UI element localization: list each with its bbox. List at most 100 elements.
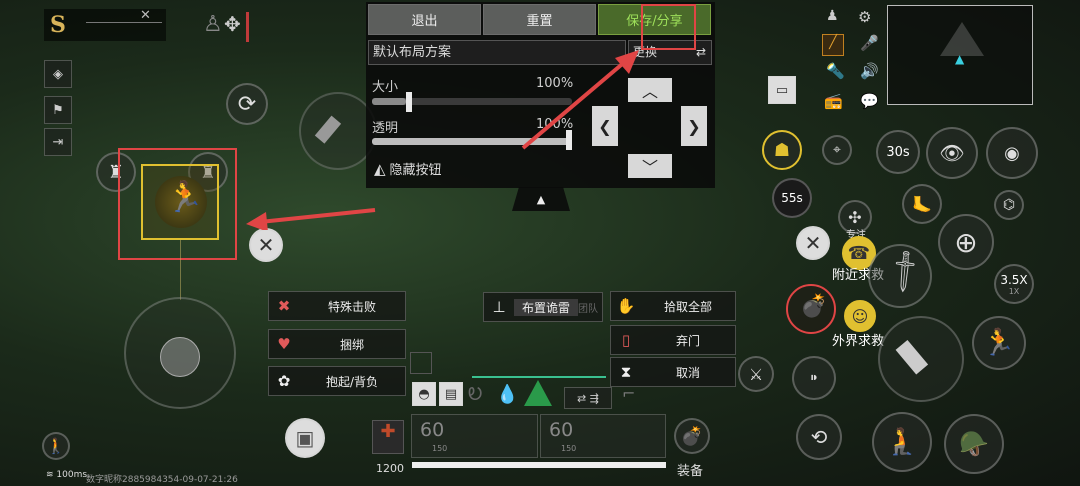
special-takedown-label: 特殊击败 xyxy=(327,299,376,314)
annotation-arrow-left xyxy=(246,208,376,230)
rotate-view-icon[interactable]: ⟳ xyxy=(226,83,268,125)
throw-grenade-icon: 💣 xyxy=(800,294,828,319)
secondary-reserve: 150 xyxy=(561,444,577,453)
flag-icon[interactable]: ⚑ xyxy=(44,96,72,124)
id-timestamp: 数字昵称2885984354-09-07-21:26 xyxy=(86,475,238,485)
move-right-button[interactable]: ❯ xyxy=(681,106,707,146)
size-label: 大小 xyxy=(372,80,399,95)
weapon-switch-icon[interactable]: ⌬ xyxy=(994,190,1024,220)
outside-help-icon[interactable]: ☺ xyxy=(844,300,876,332)
medkit-icon[interactable]: ✚ xyxy=(372,420,404,454)
highlight-sprint xyxy=(118,148,237,260)
primary-weapon-slot[interactable]: 60 150 xyxy=(411,414,538,458)
kick-icon[interactable]: 🦶 xyxy=(902,184,942,224)
water-drop-icon: 💧 xyxy=(496,384,519,405)
cancel-button[interactable]: ⧗ 取消 xyxy=(610,357,736,387)
ally-status-icon[interactable]: ☗ xyxy=(762,130,802,170)
flashlight-icon[interactable]: 🔦 xyxy=(826,62,845,80)
exit-tab[interactable]: 退出 xyxy=(368,4,481,35)
swap-weapon-icon[interactable]: ⟲ xyxy=(796,414,842,460)
size-slider-fill xyxy=(372,98,406,105)
vest-icon: ▤ xyxy=(439,382,463,406)
wifi-icon: ≋ xyxy=(46,470,54,480)
close-icon[interactable]: ✕ xyxy=(140,8,151,23)
minimap[interactable]: ▲ xyxy=(887,5,1033,105)
empty-slot xyxy=(410,352,432,374)
primary-reserve: 150 xyxy=(432,444,448,453)
abandon-door-label: 弃门 xyxy=(675,333,700,348)
stamina-bar xyxy=(472,376,606,378)
backpack-count: 1200 xyxy=(376,462,404,475)
radio-icon[interactable]: 📻 xyxy=(824,92,843,110)
carry-button[interactable]: ✿ 抱起/背负 xyxy=(268,366,406,396)
joystick-knob[interactable] xyxy=(160,337,200,377)
character-icon[interactable]: ♟ xyxy=(826,8,839,24)
special-takedown-button[interactable]: ✖ 特殊击败 xyxy=(268,291,406,321)
takedown-icon: ✖ xyxy=(277,297,291,315)
inventory-icon[interactable]: ▭ xyxy=(768,76,796,104)
player-marker-icon: ▲ xyxy=(955,52,965,66)
secondary-weapon-slot[interactable]: 60 150 xyxy=(540,414,666,458)
walk-icon[interactable]: 🚶 xyxy=(42,432,70,460)
carry-label: 抱起/背负 xyxy=(325,374,379,389)
map-pin-icon[interactable]: ⌖ xyxy=(822,135,852,165)
pistol-icon: ⌐ xyxy=(622,384,636,403)
prone-icon[interactable]: 🪖 xyxy=(944,414,1004,474)
stomach-icon: Ꭷ xyxy=(468,384,483,405)
trap-icon: ⊥ xyxy=(492,298,506,316)
team-label: 团队 xyxy=(578,303,598,315)
settings-icon[interactable]: ◈ xyxy=(44,60,72,88)
helmet-icon: ◓ xyxy=(412,382,436,406)
timer-30-button[interactable]: 30s xyxy=(876,130,920,174)
reload-icon[interactable]: ⁍ xyxy=(792,356,836,400)
sound-level-icon xyxy=(524,380,552,406)
place-trap-button[interactable]: ⊥ 布置诡雷 团队 xyxy=(483,292,603,322)
collapse-panel-handle[interactable]: ▲ xyxy=(512,187,570,211)
jump-icon[interactable]: 🏃 xyxy=(972,316,1026,370)
ping-value: 100ms xyxy=(56,470,88,480)
door-icon: ▯ xyxy=(621,331,631,349)
timer-55-button[interactable]: 55s xyxy=(772,178,812,218)
cancel-label: 取消 xyxy=(675,365,700,380)
move-down-button[interactable]: ﹀ xyxy=(628,154,672,178)
crouch-icon[interactable]: 🧎 xyxy=(872,412,932,472)
carry-icon: ✿ xyxy=(277,372,291,390)
backpack-icon[interactable]: ▣ xyxy=(285,418,325,458)
swap-icon: ⇄ xyxy=(695,45,706,59)
abandon-door-button[interactable]: ▯ 弃门 xyxy=(610,325,736,355)
joystick-guide-line xyxy=(180,240,181,300)
heartbeat-icon: ✥ xyxy=(224,12,241,36)
grenade-icon[interactable]: 💣 xyxy=(674,418,710,454)
eye-icon[interactable]: 👁 xyxy=(926,127,978,179)
bind-icon: ♥ xyxy=(277,335,291,353)
bind-button[interactable]: ♥ 捆绑 xyxy=(268,329,406,359)
body-status-icon: ♙ xyxy=(203,12,223,37)
weapon-durability-bar xyxy=(412,462,666,468)
equip-label: 装备 xyxy=(677,464,704,479)
close-icon-left[interactable]: ✕ xyxy=(249,228,283,262)
chat-icon[interactable]: 💬 xyxy=(860,92,879,110)
scope-zoom-button[interactable]: 3.5X 1X xyxy=(994,264,1034,304)
fire-mode-toggle[interactable]: ⇄ ⇶ xyxy=(564,387,612,409)
annotation-arrow-share xyxy=(521,50,639,150)
microphone-icon[interactable]: 🎤 xyxy=(860,34,879,52)
peek-icon[interactable]: ⚔ xyxy=(738,356,774,392)
view-cone xyxy=(940,22,984,56)
pickup-all-button[interactable]: ✋ 拾取全部 xyxy=(610,291,736,321)
scope-crosshair-icon[interactable]: ⊕ xyxy=(938,214,994,270)
clan-logo-icon: S xyxy=(50,12,66,38)
hide-eye-icon: ◭ xyxy=(374,159,386,178)
hide-button-option[interactable]: ◭ 隐藏按钮 xyxy=(374,159,442,179)
close-icon-right[interactable]: ✕ xyxy=(796,226,830,260)
outside-help-label: 外界求救 xyxy=(832,334,885,349)
exit-icon[interactable]: ⇥ xyxy=(44,128,72,156)
bind-label: 捆绑 xyxy=(339,337,364,352)
health-bar xyxy=(246,12,249,42)
highlight-share xyxy=(641,4,696,50)
size-slider-thumb[interactable] xyxy=(406,92,412,112)
speaker-icon[interactable]: 🔊 xyxy=(860,62,879,80)
reset-tab[interactable]: 重置 xyxy=(483,4,596,35)
observe-icon[interactable]: ◉ xyxy=(986,127,1038,179)
melee-icon[interactable]: ╱ xyxy=(822,34,844,56)
gear-icon[interactable]: ⚙ xyxy=(858,8,871,26)
